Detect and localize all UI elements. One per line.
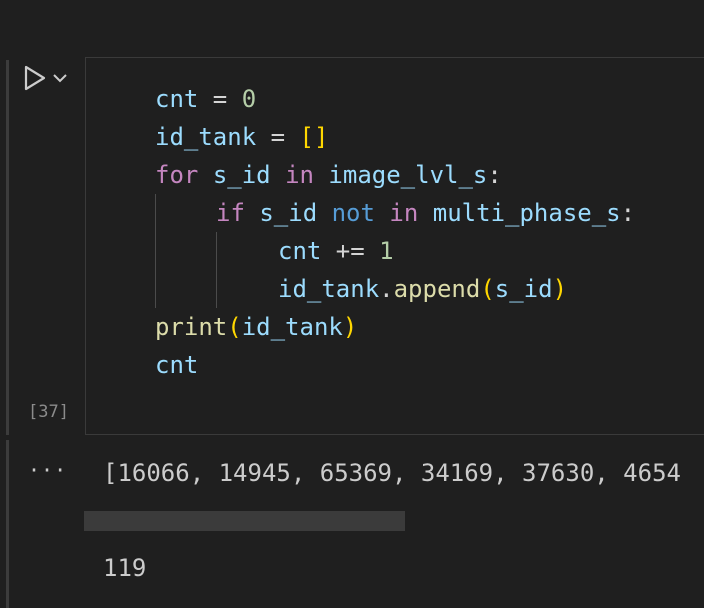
- indent-guide: [216, 232, 217, 308]
- notebook-top-area: [0, 0, 704, 57]
- code-token: s_id: [212, 161, 271, 189]
- code-token: (: [480, 275, 495, 303]
- code-line: cnt += 1: [278, 232, 394, 270]
- code-token: cnt: [155, 351, 199, 379]
- code-token: :: [620, 199, 636, 227]
- code-token: not: [331, 199, 375, 227]
- chevron-down-icon[interactable]: [52, 72, 68, 84]
- code-token: id_tank: [155, 123, 257, 151]
- code-token: cnt: [278, 237, 322, 265]
- code-token: if: [216, 199, 245, 227]
- code-line: cnt: [155, 346, 198, 384]
- code-token: []: [299, 123, 329, 151]
- code-token: s_id: [494, 275, 553, 303]
- code-token: multi_phase_s: [432, 199, 621, 227]
- code-line: id_tank = []: [155, 118, 328, 156]
- execution-count-label: [37]: [28, 402, 69, 422]
- code-token: =: [198, 85, 242, 113]
- run-cell-button[interactable]: [22, 64, 68, 92]
- output-horizontal-scrollbar[interactable]: [84, 511, 704, 531]
- code-token: s_id: [259, 199, 318, 227]
- code-line: if s_id not in multi_phase_s:: [216, 194, 635, 232]
- code-token: print: [155, 313, 228, 341]
- code-token: id_tank: [278, 275, 380, 303]
- run-icon[interactable]: [22, 64, 48, 92]
- code-token: =: [256, 123, 300, 151]
- output-result: 119: [103, 554, 147, 582]
- more-icon[interactable]: ···: [28, 458, 67, 482]
- code-token: .: [379, 275, 394, 303]
- code-token: append: [393, 275, 481, 303]
- code-token: ): [552, 275, 568, 303]
- code-token: in: [285, 161, 314, 189]
- code-token: 0: [241, 85, 257, 113]
- output-printed-list: [16066, 14945, 65369, 34169, 37630, 4654: [103, 459, 681, 487]
- code-token: 1: [379, 237, 394, 265]
- code-token: for: [155, 161, 199, 189]
- execution-count: [37]: [28, 402, 69, 422]
- code-token: cnt: [155, 85, 199, 113]
- output-focus-bar: [6, 440, 9, 608]
- code-token: id_tank: [241, 313, 343, 341]
- code-token: image_lvl_s: [328, 161, 488, 189]
- code-token: +=: [321, 237, 380, 265]
- indent-guide: [155, 194, 156, 308]
- cell-focus-bar: [6, 60, 9, 435]
- code-line: id_tank.append(s_id): [278, 270, 567, 308]
- code-line: cnt = 0: [155, 80, 256, 118]
- code-line: print(id_tank): [155, 308, 357, 346]
- code-line: for s_id in image_lvl_s:: [155, 156, 502, 194]
- code-token: in: [389, 199, 419, 227]
- scrollbar-thumb[interactable]: [84, 511, 405, 531]
- code-token: :: [487, 161, 502, 189]
- code-token: (: [227, 313, 242, 341]
- code-token: ): [342, 313, 358, 341]
